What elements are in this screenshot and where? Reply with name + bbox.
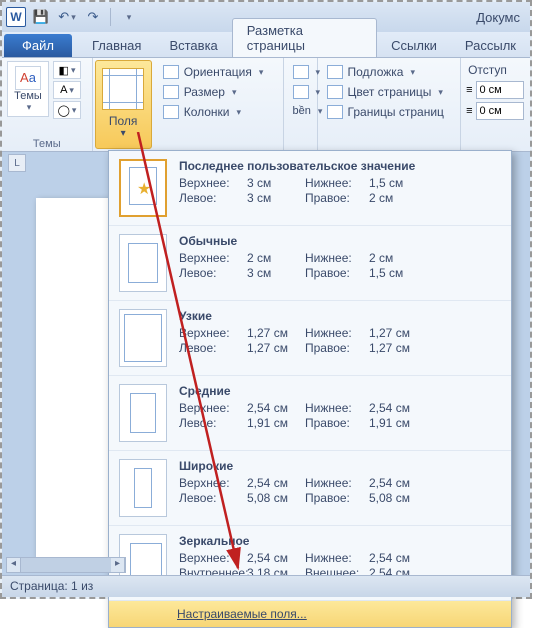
indent-label: Отступ <box>466 61 525 81</box>
page-count: Страница: 1 из <box>10 579 93 593</box>
word-icon: W <box>6 7 26 27</box>
watermark-icon <box>327 65 343 79</box>
page-borders-icon <box>327 105 343 119</box>
margins-preset-item[interactable]: ★ Последнее пользовательское значение Верх… <box>109 151 511 226</box>
save-icon[interactable]: 💾 <box>30 6 52 28</box>
margins-values: Верхнее:2,54 смНижнее:2,54 смЛевое:1,91 … <box>179 401 501 430</box>
margins-preset-item[interactable]: Обычные Верхнее:2 смНижнее:2 смЛевое:3 см… <box>109 226 511 301</box>
page-borders-button[interactable]: Границы страниц <box>323 103 456 121</box>
ribbon: Aa Темы ▾ ◧▾ A▾ ◯▾ Темы Поля ▾ Ориентаци… <box>2 58 530 152</box>
themes-button[interactable]: Aa Темы ▾ <box>7 61 49 117</box>
tab-insert[interactable]: Вставка <box>155 34 231 57</box>
indent-right-icon: ≡ <box>466 105 472 117</box>
indent-left-input[interactable]: 0 см <box>476 81 524 99</box>
tab-page-layout[interactable]: Разметка страницы <box>232 18 377 57</box>
margins-preset-info: Узкие Верхнее:1,27 смНижнее:1,27 смЛевое:… <box>179 309 501 367</box>
margins-preset-item[interactable]: Широкие Верхнее:2,54 смНижнее:2,54 смЛево… <box>109 451 511 526</box>
page-background-group: Подложка▾ Цвет страницы▾ Границы страниц <box>318 58 462 151</box>
indent-left-icon: ≡ <box>466 84 472 96</box>
breaks-button[interactable]: ▾ <box>289 63 312 81</box>
qat-customize-icon[interactable]: ▾ <box>117 6 139 28</box>
margins-preset-thumb <box>119 234 167 292</box>
margins-preset-title: Средние <box>179 384 501 398</box>
tab-file[interactable]: Файл <box>4 34 72 57</box>
margins-preset-thumb <box>119 309 167 367</box>
themes-label: Темы <box>14 90 42 102</box>
breaks-group: ▾ ▾ bền▾ <box>284 58 318 151</box>
size-button[interactable]: Размер▾ <box>159 83 278 101</box>
margins-preset-title: Последнее пользовательское значение <box>179 159 501 173</box>
margins-icon <box>102 68 144 110</box>
margins-preset-item[interactable]: Средние Верхнее:2,54 смНижнее:2,54 смЛево… <box>109 376 511 451</box>
theme-fonts-button[interactable]: A▾ <box>53 81 81 99</box>
margins-values: Верхнее:2 смНижнее:2 смЛевое:3 смПравое:… <box>179 251 501 280</box>
size-icon <box>163 85 179 99</box>
chevron-down-icon: ▾ <box>121 128 126 139</box>
watermark-button[interactable]: Подложка▾ <box>323 63 456 81</box>
columns-icon <box>163 105 179 119</box>
margins-label: Поля <box>109 114 138 128</box>
margins-preset-title: Обычные <box>179 234 501 248</box>
margins-preset-item[interactable]: Узкие Верхнее:1,27 смНижнее:1,27 смЛевое:… <box>109 301 511 376</box>
lines-icon <box>293 85 309 99</box>
margins-button[interactable]: Поля ▾ <box>95 60 152 149</box>
margins-preset-info: Широкие Верхнее:2,54 смНижнее:2,54 смЛево… <box>179 459 501 517</box>
orientation-button[interactable]: Ориентация▾ <box>159 63 278 81</box>
ribbon-tabs: Файл Главная Вставка Разметка страницы С… <box>2 32 530 58</box>
themes-group-label: Темы <box>2 138 92 150</box>
tab-home[interactable]: Главная <box>78 34 155 57</box>
custom-margins-button[interactable]: Настраиваемые поля... <box>109 601 511 627</box>
line-numbers-button[interactable]: ▾ <box>289 83 312 101</box>
document-title: Докумс <box>476 10 520 25</box>
horizontal-scrollbar[interactable]: ◂▸ <box>6 557 126 573</box>
margins-preset-thumb <box>119 384 167 442</box>
chevron-down-icon: ▾ <box>27 102 32 113</box>
columns-button[interactable]: Колонки▾ <box>159 103 278 121</box>
indent-group: Отступ ≡ 0 см ≡ 0 см <box>461 58 530 151</box>
qat-separator <box>110 8 111 26</box>
theme-colors-button[interactable]: ◧▾ <box>53 61 81 79</box>
page-color-button[interactable]: Цвет страницы▾ <box>323 83 456 101</box>
themes-icon: Aa <box>15 66 41 90</box>
margins-preset-info: Средние Верхнее:2,54 смНижнее:2,54 смЛево… <box>179 384 501 442</box>
margins-preset-info: Обычные Верхнее:2 смНижнее:2 смЛевое:3 см… <box>179 234 501 292</box>
page-setup-group: Ориентация▾ Размер▾ Колонки▾ <box>154 58 284 151</box>
orientation-icon <box>163 65 179 79</box>
hyphenation-button[interactable]: bền▾ <box>289 103 312 119</box>
star-icon: ★ <box>137 179 151 199</box>
margins-values: Верхнее:3 смНижнее:1,5 смЛевое:3 смПраво… <box>179 176 501 205</box>
tab-mailings[interactable]: Рассылк <box>451 34 530 57</box>
margins-preset-title: Узкие <box>179 309 501 323</box>
margins-preset-info: Последнее пользовательское значение Верхн… <box>179 159 501 217</box>
statusbar: Страница: 1 из <box>2 575 530 597</box>
breaks-icon <box>293 65 309 79</box>
margins-preset-title: Зеркальное <box>179 534 501 548</box>
margins-values: Верхнее:2,54 смНижнее:2,54 смЛевое:5,08 … <box>179 476 501 505</box>
margins-preset-thumb: ★ <box>119 159 167 217</box>
tab-references[interactable]: Ссылки <box>377 34 451 57</box>
redo-icon[interactable]: ↷ <box>82 6 104 28</box>
margins-preset-thumb <box>119 459 167 517</box>
indent-right-input[interactable]: 0 см <box>476 102 524 120</box>
page-color-icon <box>327 85 343 99</box>
margins-dropdown: ★ Последнее пользовательское значение Верх… <box>108 150 512 628</box>
margins-preset-title: Широкие <box>179 459 501 473</box>
theme-effects-button[interactable]: ◯▾ <box>53 101 81 119</box>
margins-values: Верхнее:1,27 смНижнее:1,27 смЛевое:1,27 … <box>179 326 501 355</box>
themes-group: Aa Темы ▾ ◧▾ A▾ ◯▾ Темы <box>2 58 93 151</box>
ruler-corner[interactable]: L <box>8 154 26 172</box>
undo-icon[interactable]: ↶▾ <box>56 6 78 28</box>
